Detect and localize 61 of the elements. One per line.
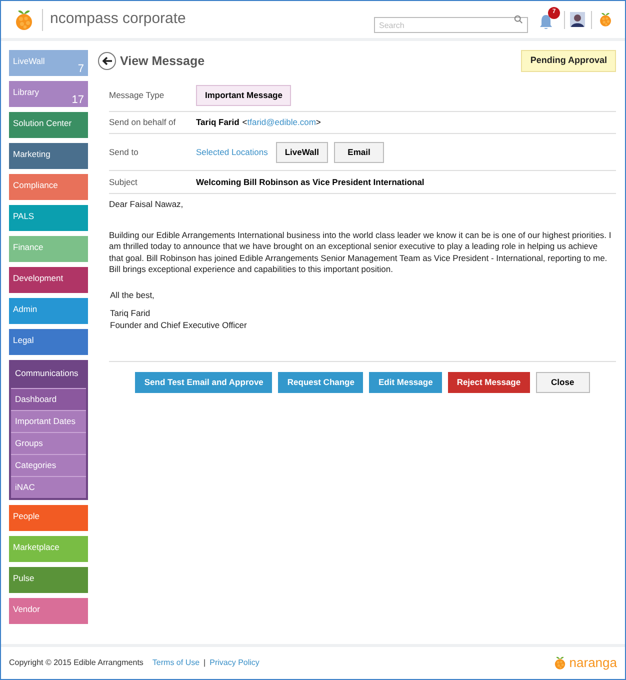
message-body: Building our Edible Arrangements International business into the world class leader we know it can be is one of our highest priorities. I am thrilled today to announce that we have brought on an exceptional senior executive to play a leading role in helping us achieve that goal. Bill Robinson has joined Edible Arrangements Senior Management Team as Vice President - International, reporting to me. Bill brings exceptional experience and capabilities to this important position. [109, 230, 612, 276]
back-arrow-icon [102, 56, 112, 66]
message-type-tag: Important Message [196, 85, 292, 106]
submenu-item[interactable]: Important Dates [11, 410, 86, 432]
submenu-item[interactable]: iNAC [11, 476, 86, 498]
channel-button[interactable]: LiveWall [276, 142, 328, 162]
selected-locations-link[interactable]: Selected Locations [196, 146, 268, 158]
sender-name: Tariq Farid [196, 116, 240, 129]
footer-logo-icon [553, 656, 568, 670]
email-bracket: < [242, 116, 248, 129]
channel-button[interactable]: Email [334, 142, 384, 162]
sidebar-item[interactable]: Compliance [9, 174, 88, 200]
search-icon [514, 15, 523, 24]
sidebar-item[interactable]: Marketing [9, 143, 88, 169]
logo-icon [13, 8, 35, 30]
action-button[interactable]: Request Change [278, 372, 364, 393]
action-button[interactable]: Edit Message [369, 372, 442, 393]
action-button[interactable]: Reject Message [448, 372, 530, 393]
action-button[interactable]: Close [536, 372, 590, 393]
sidebar-item[interactable]: Library 17 [9, 81, 88, 107]
terms-link[interactable]: Terms of Use [152, 657, 200, 669]
sidebar-item[interactable]: Marketplace [9, 536, 88, 562]
page-title: View Message [120, 53, 205, 70]
sidebar-item[interactable]: Development [9, 267, 88, 293]
signature-name: Tariq Farid [110, 308, 152, 320]
sidebar-item[interactable]: Admin [9, 298, 88, 324]
submenu-item[interactable]: Dashboard [11, 388, 86, 410]
status-badge: Pending Approval [521, 50, 616, 72]
email-bracket: > [316, 116, 321, 129]
sidebar-item[interactable]: People [9, 505, 88, 531]
sidebar-item[interactable]: LiveWall 7 [9, 50, 88, 76]
sidebar-item[interactable]: Finance [9, 236, 88, 262]
app-logo-icon [598, 12, 613, 27]
greeting: Dear Faisal Nawaz, [109, 199, 184, 210]
closing: All the best, [110, 290, 156, 301]
item-count: 17 [72, 94, 84, 107]
sidebar-item[interactable]: Pulse [9, 567, 88, 593]
avatar-icon[interactable] [570, 12, 585, 27]
subject-text: Welcoming Bill Robinson as Vice President International [196, 176, 424, 188]
brand-name: ncompass corporate [50, 9, 186, 30]
sidebar-item[interactable]: PALS [9, 205, 88, 231]
link-separator: | [204, 657, 206, 669]
signature-title: Founder and Chief Executive Officer [110, 320, 248, 331]
sidebar-item[interactable]: Solution Center [9, 112, 88, 138]
bell-icon [538, 14, 554, 30]
copyright: Copyright © 2015 Edible Arrangments [9, 657, 144, 669]
field-label: Send to [109, 146, 140, 158]
back-button[interactable] [98, 52, 116, 70]
search-field[interactable]: Search [374, 17, 528, 33]
footer-brand: naranga [569, 654, 617, 672]
sender-email: tfarid@edible.com [247, 116, 316, 129]
field-label: Message Type [109, 89, 166, 102]
submenu-item[interactable]: Categories [11, 454, 86, 476]
privacy-link[interactable]: Privacy Policy [210, 657, 260, 669]
field-label: Send on behalf of [109, 116, 177, 129]
action-button[interactable]: Send Test Email and Approve [135, 372, 272, 393]
sidebar-item[interactable]: Vendor [9, 598, 88, 624]
sidebar-item[interactable]: Legal [9, 329, 88, 355]
submenu-item[interactable]: Groups [11, 432, 86, 454]
item-count: 7 [78, 63, 84, 76]
field-label: Subject [109, 176, 138, 188]
